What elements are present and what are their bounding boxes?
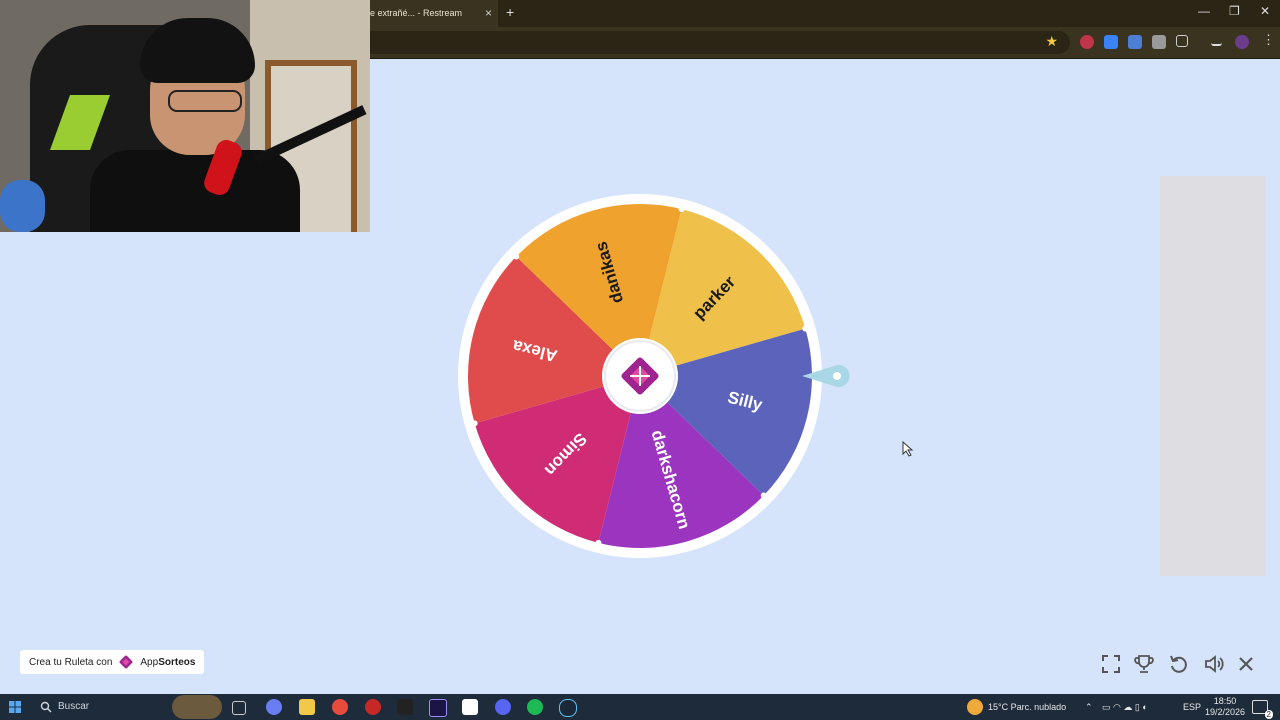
- mouse-cursor-icon: [902, 441, 914, 457]
- credit-badge[interactable]: Crea tu Ruleta con AppSorteos: [20, 650, 205, 674]
- tab-title: e extrañé... - Restream: [370, 8, 463, 18]
- epic-games-icon[interactable]: [397, 699, 413, 715]
- app-icon[interactable]: [365, 699, 381, 715]
- tray-icons[interactable]: ▭ ◠ ☁ ▯ ◐: [1102, 694, 1148, 720]
- clock[interactable]: 18:50 19/2/2026: [1205, 694, 1245, 720]
- steam-icon[interactable]: [559, 699, 577, 717]
- spin-wheel[interactable]: parkerSillydarkshacornSimonAlexadanikas: [450, 185, 870, 575]
- credit-brand-app: App: [140, 656, 159, 668]
- weather-text[interactable]: 15°C Parc. nublado: [988, 694, 1066, 720]
- minimize-icon[interactable]: —: [1198, 4, 1210, 18]
- wheel-peg: [595, 539, 602, 546]
- extensions-puzzle-icon[interactable]: [1176, 35, 1188, 47]
- tab-close-icon[interactable]: ×: [485, 0, 492, 27]
- discord-icon[interactable]: [495, 699, 511, 715]
- fullscreen-icon[interactable]: [1100, 653, 1122, 675]
- reset-icon[interactable]: [1168, 653, 1190, 675]
- wheel-peg: [678, 206, 685, 213]
- copilot-icon[interactable]: [266, 699, 282, 715]
- chrome-icon[interactable]: [332, 699, 348, 715]
- wheel-peg: [513, 253, 520, 260]
- weather-icon: [967, 699, 983, 715]
- credit-brand: AppSorteos: [140, 657, 195, 668]
- webcam-plush-toy: [0, 180, 45, 232]
- wheel-peg: [760, 492, 767, 499]
- file-explorer-icon[interactable]: [299, 699, 315, 715]
- credit-brand-name: Sorteos: [158, 656, 196, 668]
- extension-icon[interactable]: [1080, 35, 1094, 49]
- menu-icon[interactable]: ⋮: [1262, 32, 1276, 47]
- search-highlight-image: [172, 695, 222, 719]
- search-icon: [40, 701, 52, 713]
- search-placeholder: Buscar: [58, 701, 90, 712]
- address-bar[interactable]: ★: [370, 31, 1070, 54]
- wheel-peg: [802, 325, 809, 332]
- download-icon[interactable]: [1211, 35, 1222, 46]
- spotify-icon[interactable]: [527, 699, 543, 715]
- task-view-icon[interactable]: [232, 701, 246, 715]
- notification-count: 2: [1264, 710, 1273, 719]
- extension-icon[interactable]: [1104, 35, 1118, 49]
- translate-icon[interactable]: [1128, 35, 1142, 49]
- volume-icon[interactable]: [1203, 653, 1225, 675]
- language-indicator[interactable]: ESP: [1183, 694, 1201, 720]
- trophy-icon[interactable]: [1133, 653, 1155, 675]
- webcam-person-hair: [140, 18, 255, 83]
- premiere-icon[interactable]: [429, 699, 447, 717]
- taskbar: Buscar 15°C Parc. nublado ⌃ ▭ ◠ ☁ ▯ ◐ ES…: [0, 694, 1280, 720]
- close-icon[interactable]: [1235, 653, 1257, 675]
- browser-tab[interactable]: e extrañé... - Restream ×: [370, 0, 498, 27]
- tray-overflow-icon[interactable]: ⌃: [1085, 694, 1093, 720]
- credit-prefix: Crea tu Ruleta con: [29, 656, 113, 668]
- bookmark-star-icon[interactable]: ★: [1045, 33, 1058, 50]
- appsorteos-logo-icon: [119, 655, 133, 669]
- new-tab-button[interactable]: +: [506, 4, 514, 20]
- extension-icon[interactable]: [1152, 35, 1166, 49]
- side-panel: [1160, 176, 1266, 576]
- taskbar-search[interactable]: Buscar: [32, 694, 222, 720]
- webcam-glasses: [168, 90, 242, 112]
- clock-time: 18:50: [1213, 696, 1237, 706]
- restore-icon[interactable]: ❐: [1229, 4, 1240, 18]
- windows-start-icon[interactable]: [9, 701, 21, 713]
- profile-avatar[interactable]: [1235, 35, 1249, 49]
- clock-date: 19/2/2026: [1205, 707, 1246, 717]
- webcam-person-body: [90, 150, 300, 232]
- window-close-icon[interactable]: ✕: [1260, 4, 1270, 18]
- notification-icon[interactable]: 2: [1252, 700, 1273, 719]
- wheel-peg: [471, 420, 478, 427]
- notion-icon[interactable]: [462, 699, 478, 715]
- webcam-overlay: [0, 0, 370, 232]
